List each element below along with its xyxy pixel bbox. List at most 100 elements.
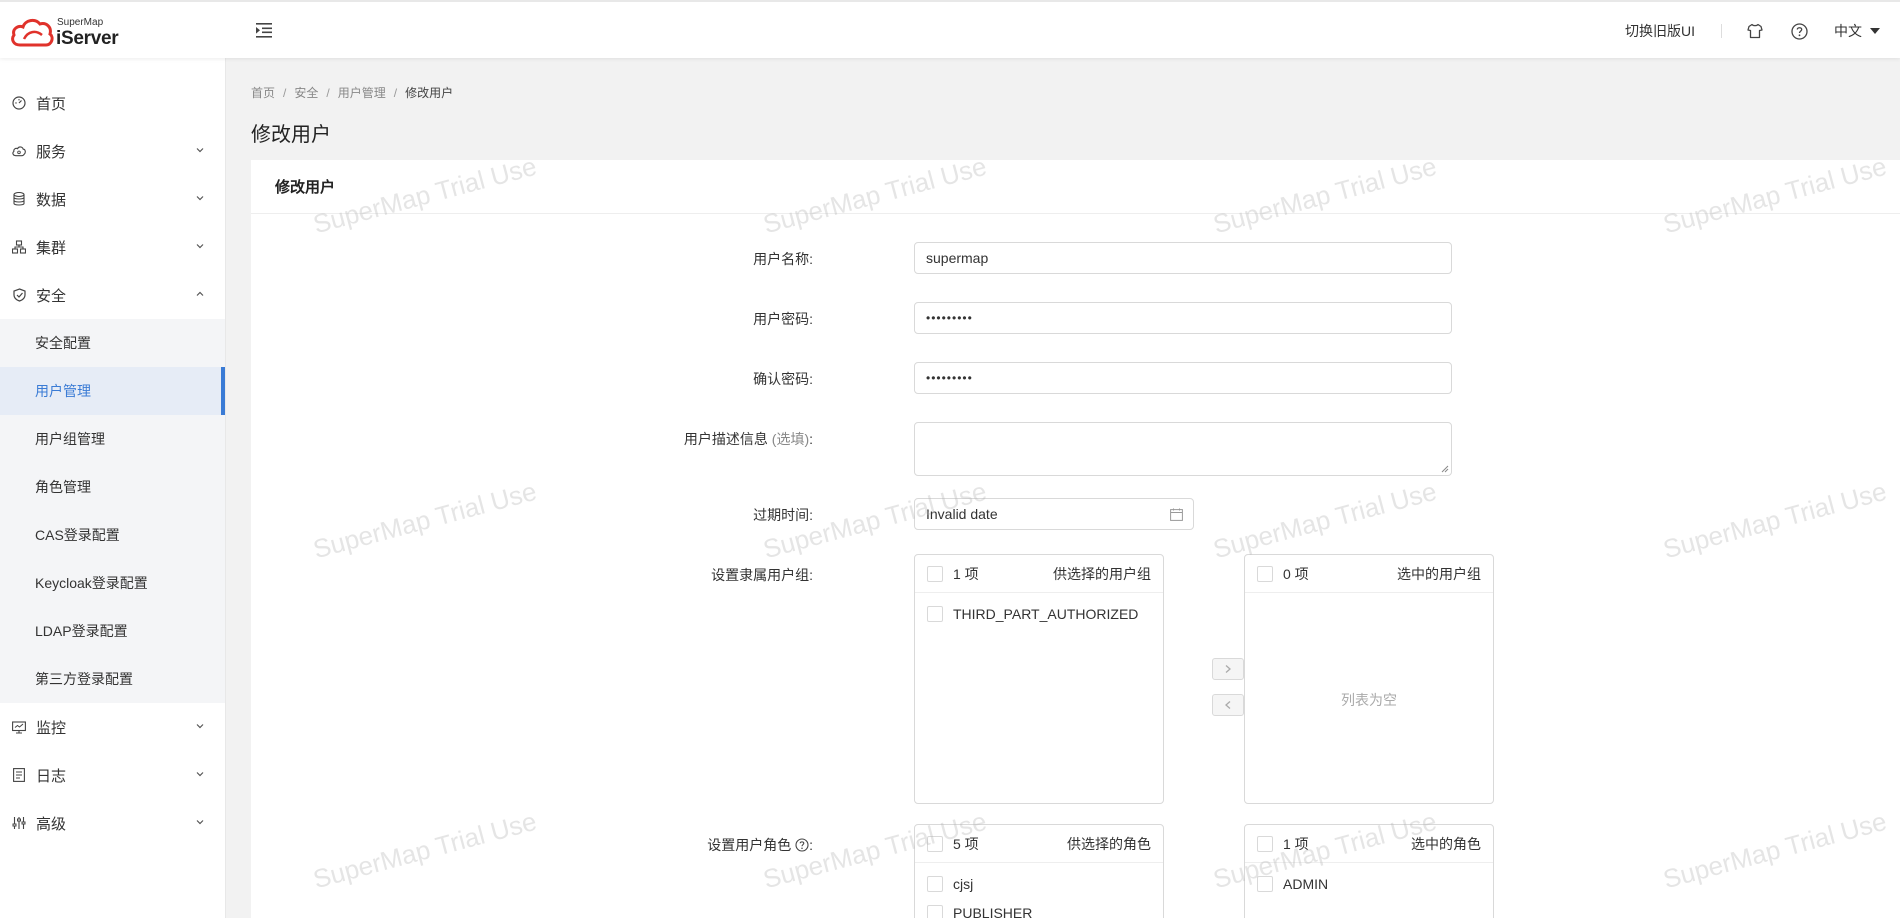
groups-source-header: 1 项 供选择的用户组 [915, 555, 1163, 593]
sidebar: 首页 服务 数据 集群 安全 安全配置 用户管理 用户组管理 角色管理 CAS登… [0, 58, 226, 918]
chevron-down-icon [196, 244, 204, 249]
sidebar-item-security-config[interactable]: 安全配置 [0, 319, 225, 367]
caret-down-icon [1870, 28, 1880, 34]
groups-target-select-all-checkbox[interactable] [1257, 565, 1273, 582]
breadcrumb-user-management[interactable]: 用户管理 [338, 84, 386, 101]
sidebar-item-user-management[interactable]: 用户管理 [0, 367, 225, 415]
sidebar-item-advanced[interactable]: 高级 [0, 799, 225, 847]
groups-source-list: 1 项 供选择的用户组 THIRD_PART_AUTHORIZED [914, 554, 1164, 804]
sidebar-item-role-management[interactable]: 角色管理 [0, 463, 225, 511]
roles-source-header: 5 项 供选择的角色 [915, 825, 1163, 863]
confirm-password-field-wrap: ••••••••• [914, 362, 1452, 394]
groups-source-select-all-checkbox[interactable] [927, 565, 943, 582]
roles-target-select-all-checkbox[interactable] [1257, 835, 1273, 852]
item-checkbox[interactable] [927, 606, 943, 622]
sidebar-item-security[interactable]: 安全 [0, 271, 225, 319]
roles-source-select-all-checkbox[interactable] [927, 835, 943, 852]
roles-source-title: 供选择的角色 [1067, 835, 1151, 852]
groups-target-header: 0 项 选中的用户组 [1245, 555, 1493, 593]
description-label-colon: : [809, 431, 813, 447]
chevron-left-icon [1225, 701, 1231, 709]
shield-icon [12, 288, 26, 302]
user-roles-label-colon: : [809, 837, 813, 853]
breadcrumb-separator: / [393, 85, 398, 100]
sidebar-item-label: 第三方登录配置 [35, 671, 133, 687]
password-field-wrap: ••••••••• [914, 302, 1452, 334]
sidebar-item-label: 集群 [36, 239, 67, 257]
chevron-down-icon [196, 148, 204, 153]
description-label: 用户描述信息 (选填): [684, 429, 813, 449]
roles-target-header: 1 项 选中的角色 [1245, 825, 1493, 863]
list-item[interactable]: ADMIN [1245, 867, 1493, 901]
user-groups-label: 设置隶属用户组: [711, 567, 813, 583]
sidebar-item-label: 用户组管理 [35, 431, 105, 447]
groups-empty-text: 列表为空 [1341, 692, 1397, 708]
chevron-right-icon [1225, 665, 1231, 673]
home-icon [12, 96, 26, 110]
password-input[interactable]: ••••••••• [914, 302, 1452, 334]
sidebar-item-data[interactable]: 数据 [0, 175, 225, 223]
roles-target-title: 选中的角色 [1411, 835, 1481, 852]
card-title: 修改用户 [251, 160, 1900, 214]
description-field-wrap [914, 422, 1452, 476]
item-checkbox[interactable] [927, 905, 943, 918]
sidebar-item-keycloak-login[interactable]: Keycloak登录配置 [0, 559, 225, 607]
breadcrumb: 首页 / 安全 / 用户管理 / 修改用户 [251, 84, 453, 101]
list-item[interactable]: cjsj [915, 867, 1163, 901]
chevron-up-icon [196, 291, 204, 296]
list-item[interactable]: PUBLISHER [915, 901, 1163, 918]
item-checkbox[interactable] [1257, 876, 1273, 892]
username-label: 用户名称: [753, 251, 813, 267]
groups-target-count: 0 项 [1283, 565, 1309, 582]
list-item-label: cjsj [953, 876, 974, 892]
confirm-password-label: 确认密码: [753, 371, 813, 387]
sidebar-item-label: 服务 [36, 143, 67, 161]
item-checkbox[interactable] [927, 876, 943, 892]
sidebar-item-third-party-login[interactable]: 第三方登录配置 [0, 655, 225, 703]
expire-date-picker[interactable]: Invalid date [914, 498, 1194, 530]
breadcrumb-current: 修改用户 [405, 86, 454, 100]
sidebar-item-monitor[interactable]: 监控 [0, 703, 225, 751]
list-item-label: THIRD_PART_AUTHORIZED [953, 606, 1139, 622]
cloud-logo-icon [11, 18, 54, 47]
header-divider [1721, 24, 1722, 38]
move-left-button[interactable] [1212, 694, 1244, 716]
help-question-icon[interactable] [1790, 22, 1808, 40]
password-label: 用户密码: [753, 311, 813, 327]
switch-old-ui-link[interactable]: 切换旧版UI [1625, 21, 1695, 41]
database-icon [12, 192, 26, 206]
sidebar-item-cluster[interactable]: 集群 [0, 223, 225, 271]
roles-target-list: 1 项 选中的角色 ADMIN [1244, 824, 1494, 918]
sidebar-item-label: 角色管理 [35, 479, 91, 495]
language-dropdown[interactable]: 中文 [1834, 21, 1880, 41]
chevron-down-icon [196, 820, 204, 825]
list-item[interactable]: THIRD_PART_AUTHORIZED [915, 597, 1163, 631]
sidebar-item-home[interactable]: 首页 [0, 79, 225, 127]
roles-source-count: 5 项 [953, 835, 979, 852]
top-header: SuperMap iServer 切换旧版UI 中文 [0, 0, 1900, 58]
resize-handle-icon[interactable] [1441, 465, 1449, 473]
skin-shirt-icon[interactable] [1746, 22, 1764, 40]
page-title: 修改用户 [251, 124, 331, 146]
help-question-icon[interactable] [795, 838, 809, 852]
username-input[interactable]: supermap [914, 242, 1452, 274]
breadcrumb-home[interactable]: 首页 [251, 84, 275, 101]
chevron-down-icon [196, 196, 204, 201]
groups-target-list: 0 项 选中的用户组 列表为空 [1244, 554, 1494, 804]
move-right-button[interactable] [1212, 658, 1244, 680]
sidebar-item-logs[interactable]: 日志 [0, 751, 225, 799]
brand-small-text: SuperMap [57, 17, 104, 28]
monitor-icon [12, 720, 26, 734]
breadcrumb-security[interactable]: 安全 [294, 84, 318, 101]
user-roles-label-text: 设置用户角色 [707, 837, 792, 853]
language-label: 中文 [1834, 23, 1862, 39]
menu-fold-icon[interactable] [255, 22, 273, 38]
supermap-logo[interactable]: SuperMap iServer [10, 15, 120, 49]
sidebar-item-services[interactable]: 服务 [0, 127, 225, 175]
description-textarea[interactable] [914, 422, 1452, 476]
sidebar-item-group-management[interactable]: 用户组管理 [0, 415, 225, 463]
sidebar-item-ldap-login[interactable]: LDAP登录配置 [0, 607, 225, 655]
sidebar-item-label: 数据 [36, 191, 67, 209]
sidebar-item-cas-login[interactable]: CAS登录配置 [0, 511, 225, 559]
confirm-password-input[interactable]: ••••••••• [914, 362, 1452, 394]
